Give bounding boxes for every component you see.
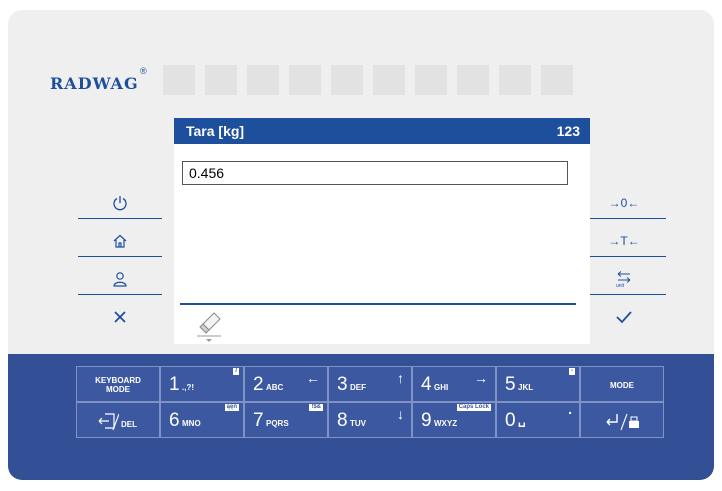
- key-letters: JKL: [518, 383, 534, 392]
- arrow-up-icon: ↑: [397, 370, 404, 386]
- key-3[interactable]: 3 DEF ↑: [328, 366, 412, 402]
- clear-button[interactable]: [194, 306, 224, 342]
- dialog-title: Tara [kg]: [186, 123, 245, 139]
- key-2[interactable]: 2 ABC ←: [244, 366, 328, 402]
- key-digit: 1: [169, 374, 180, 395]
- radwag-logo: RADWAG ®: [50, 60, 147, 104]
- key-digit: 6: [169, 410, 180, 431]
- key-letters: WXYZ: [434, 419, 458, 428]
- key-0[interactable]: 0 ␣ .: [496, 401, 580, 438]
- zero-button[interactable]: →0←: [582, 188, 666, 218]
- terminal-panel: RADWAG ® →0← →T← unit Tara [kg] 123 0.45…: [8, 10, 714, 480]
- divider: [582, 218, 666, 219]
- svg-text:unit: unit: [616, 283, 625, 288]
- key-ext: .: [568, 401, 572, 417]
- arrow-down-icon: ↓: [397, 406, 404, 422]
- dialog-divider: [180, 303, 576, 305]
- enter-print-key[interactable]: [580, 402, 664, 438]
- tare-icon: →T←: [608, 234, 640, 248]
- key-4[interactable]: 4 GHI →: [412, 366, 496, 402]
- dialog-header: Tara [kg] 123: [174, 118, 590, 144]
- key-letters: ␣: [518, 413, 526, 427]
- home-icon: [113, 234, 127, 248]
- key-digit: 4: [421, 374, 432, 395]
- user-button[interactable]: [78, 264, 162, 294]
- key-digit: 5: [505, 374, 516, 395]
- mode-key[interactable]: MODE: [580, 366, 664, 402]
- registered-mark: ®: [140, 66, 147, 76]
- key-letters: TUV: [350, 419, 366, 428]
- tare-value-input[interactable]: [182, 161, 568, 185]
- key-label: MODE: [106, 385, 130, 394]
- delete-key[interactable]: DEL: [76, 402, 160, 438]
- keyboard-mode-key[interactable]: KEYBOARD MODE: [76, 366, 160, 402]
- status-square: [541, 65, 573, 95]
- key-digit: 3: [337, 374, 348, 395]
- arrow-left-icon: ←: [306, 370, 320, 386]
- cancel-icon: [114, 311, 126, 323]
- home-button[interactable]: [78, 226, 162, 256]
- divider: [78, 218, 162, 219]
- cancel-button[interactable]: [78, 302, 162, 332]
- power-icon: [113, 196, 127, 211]
- tare-button[interactable]: →T←: [582, 226, 666, 256]
- key-7[interactable]: 7 PQRS !$&: [244, 402, 328, 438]
- status-square: [415, 65, 447, 95]
- key-9[interactable]: 9 WXYZ Caps Lock: [412, 402, 496, 438]
- key-digit: 2: [253, 374, 264, 395]
- key-ext: Caps Lock: [456, 404, 491, 411]
- keypad: KEYBOARD MODE 1 .,?! / 2 ABC ← 3 DEF ↑ 4…: [8, 354, 714, 480]
- key-5[interactable]: 5 JKL -: [496, 366, 580, 402]
- key-label: KEYBOARD: [95, 376, 141, 385]
- key-digit: 0: [505, 410, 516, 431]
- key-1[interactable]: 1 .,?! /: [160, 366, 244, 402]
- key-letters: DEF: [350, 383, 366, 392]
- key-8[interactable]: 8 TUV ↓: [328, 402, 412, 438]
- status-square: [499, 65, 531, 95]
- exit-icon: [98, 413, 119, 431]
- key-ext: !$&: [309, 404, 323, 411]
- status-square: [289, 65, 321, 95]
- key-ext: -: [569, 368, 575, 375]
- divider: [582, 256, 666, 257]
- status-square: [457, 65, 489, 95]
- status-square: [163, 65, 195, 95]
- confirm-button[interactable]: [582, 302, 666, 332]
- power-button[interactable]: [78, 188, 162, 218]
- key-digit: 9: [421, 410, 432, 431]
- key-letters: ABC: [266, 383, 284, 392]
- confirm-icon: [616, 311, 632, 324]
- key-letters: MNO: [182, 419, 201, 428]
- divider: [78, 256, 162, 257]
- key-letters: .,?!: [182, 383, 194, 392]
- zero-icon: →0←: [608, 196, 640, 210]
- unit-button[interactable]: unit: [582, 264, 666, 294]
- key-ext: /: [233, 368, 239, 375]
- input-dialog: Tara [kg] 123: [174, 118, 590, 344]
- user-icon: [113, 272, 127, 287]
- status-square: [373, 65, 405, 95]
- eraser-icon: [197, 312, 221, 342]
- input-mode-indicator: 123: [556, 123, 580, 139]
- key-6[interactable]: 6 MNO ąęń: [160, 402, 244, 438]
- arrow-right-icon: →: [474, 370, 488, 386]
- key-letters: DEL: [121, 420, 137, 429]
- divider: [78, 294, 162, 295]
- key-letters: PQRS: [266, 419, 289, 428]
- key-digit: 7: [253, 410, 264, 431]
- enter-print-icon: [606, 413, 639, 431]
- key-ext: ąęń: [224, 404, 239, 411]
- key-digit: 8: [337, 410, 348, 431]
- key-letters: GHI: [434, 383, 449, 392]
- logo-text: RADWAG: [50, 74, 139, 93]
- unit-icon: unit: [616, 271, 631, 288]
- status-square: [205, 65, 237, 95]
- divider: [582, 294, 666, 295]
- status-square: [331, 65, 363, 95]
- key-label: MODE: [610, 381, 634, 390]
- status-square: [247, 65, 279, 95]
